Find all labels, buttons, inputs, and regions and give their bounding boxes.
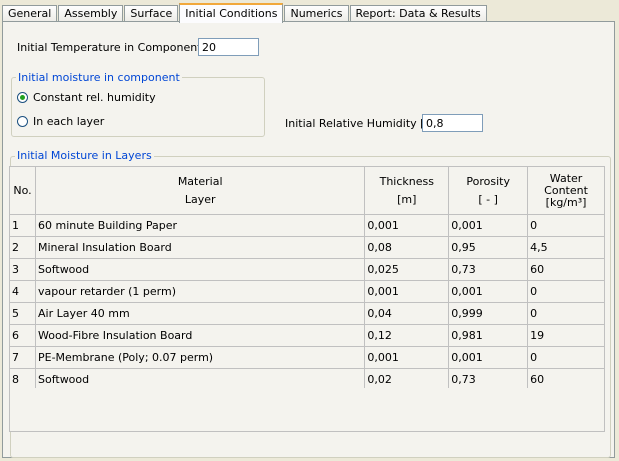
initial-temperature-label: Initial Temperature in Component [°C]	[17, 41, 227, 54]
cell-water-content[interactable]: 0	[527, 346, 605, 369]
cell-water-content[interactable]: 0	[527, 214, 605, 237]
table-row[interactable]: 7 PE-Membrane (Poly; 0.07 perm) 0,001 0,…	[9, 346, 605, 369]
cell-no: 5	[9, 302, 36, 325]
header-no[interactable]: No.	[9, 166, 36, 215]
cell-material[interactable]: Softwood	[34, 258, 366, 281]
cell-no: 6	[9, 324, 36, 347]
radio-unselected-icon	[17, 116, 28, 127]
cell-thickness[interactable]: 0,12	[364, 324, 450, 347]
cell-thickness[interactable]: 0,001	[364, 214, 450, 237]
cell-water-content[interactable]: 0	[527, 280, 605, 303]
table-row[interactable]: 2 Mineral Insulation Board 0,08 0,95 4,5	[9, 236, 605, 259]
cell-water-content[interactable]: 4,5	[527, 236, 605, 259]
cell-porosity[interactable]: 0,001	[448, 214, 529, 237]
radio-selected-icon	[17, 92, 28, 103]
header-porosity[interactable]: Porosity [ - ]	[448, 166, 529, 215]
radio-constant-humidity[interactable]: Constant rel. humidity	[17, 91, 156, 104]
tab-numerics[interactable]: Numerics	[284, 5, 349, 22]
cell-thickness[interactable]: 0,001	[364, 346, 450, 369]
layers-table: No. Material Layer Thickness [m] Porosit…	[9, 166, 605, 391]
cell-porosity[interactable]: 0,001	[448, 280, 529, 303]
cell-porosity[interactable]: 0,001	[448, 346, 529, 369]
radio-each-layer-label: In each layer	[33, 115, 105, 128]
cell-water-content[interactable]: 19	[527, 324, 605, 347]
header-material[interactable]: Material Layer	[34, 166, 366, 215]
cell-thickness[interactable]: 0,001	[364, 280, 450, 303]
moisture-group	[11, 77, 265, 137]
cell-material[interactable]: 60 minute Building Paper	[34, 214, 366, 237]
cell-no: 2	[9, 236, 36, 259]
cell-material[interactable]: Mineral Insulation Board	[34, 236, 366, 259]
header-thickness[interactable]: Thickness [m]	[364, 166, 450, 215]
cell-material[interactable]: PE-Membrane (Poly; 0.07 perm)	[34, 346, 366, 369]
initial-temperature-input[interactable]	[198, 38, 259, 56]
table-empty-area	[9, 388, 605, 432]
layers-group-title: Initial Moisture in Layers	[15, 149, 154, 162]
relative-humidity-input[interactable]	[422, 114, 483, 132]
tab-initial-conditions[interactable]: Initial Conditions	[179, 3, 284, 23]
tab-assembly[interactable]: Assembly	[58, 5, 124, 22]
cell-no: 7	[9, 346, 36, 369]
table-row[interactable]: 4 vapour retarder (1 perm) 0,001 0,001 0	[9, 280, 605, 303]
cell-porosity[interactable]: 0,999	[448, 302, 529, 325]
cell-porosity[interactable]: 0,981	[448, 324, 529, 347]
cell-no: 1	[9, 214, 36, 237]
table-row[interactable]: 3 Softwood 0,025 0,73 60	[9, 258, 605, 281]
radio-each-layer[interactable]: In each layer	[17, 115, 104, 128]
tab-surface[interactable]: Surface	[124, 5, 179, 22]
cell-material[interactable]: Air Layer 40 mm	[34, 302, 366, 325]
cell-porosity[interactable]: 0,73	[448, 258, 529, 281]
table-row[interactable]: 5 Air Layer 40 mm 0,04 0,999 0	[9, 302, 605, 325]
tab-strip: General Assembly Surface Initial Conditi…	[2, 3, 488, 23]
table-row[interactable]: 1 60 minute Building Paper 0,001 0,001 0	[9, 214, 605, 237]
layers-table-header: No. Material Layer Thickness [m] Porosit…	[9, 166, 605, 215]
tab-general[interactable]: General	[2, 5, 58, 22]
header-water-content[interactable]: Water Content [kg/m³]	[527, 166, 605, 215]
moisture-group-title: Initial moisture in component	[16, 71, 182, 84]
cell-no: 3	[9, 258, 36, 281]
cell-thickness[interactable]: 0,08	[364, 236, 450, 259]
radio-constant-humidity-label: Constant rel. humidity	[33, 91, 156, 104]
cell-material[interactable]: vapour retarder (1 perm)	[34, 280, 366, 303]
cell-water-content[interactable]: 60	[527, 258, 605, 281]
relative-humidity-label: Initial Relative Humidity [-]	[285, 117, 433, 130]
cell-porosity[interactable]: 0,95	[448, 236, 529, 259]
cell-thickness[interactable]: 0,025	[364, 258, 450, 281]
cell-water-content[interactable]: 0	[527, 302, 605, 325]
tab-report[interactable]: Report: Data & Results	[349, 5, 487, 22]
cell-material[interactable]: Wood-Fibre Insulation Board	[34, 324, 366, 347]
cell-no: 4	[9, 280, 36, 303]
cell-thickness[interactable]: 0,04	[364, 302, 450, 325]
table-row[interactable]: 6 Wood-Fibre Insulation Board 0,12 0,981…	[9, 324, 605, 347]
